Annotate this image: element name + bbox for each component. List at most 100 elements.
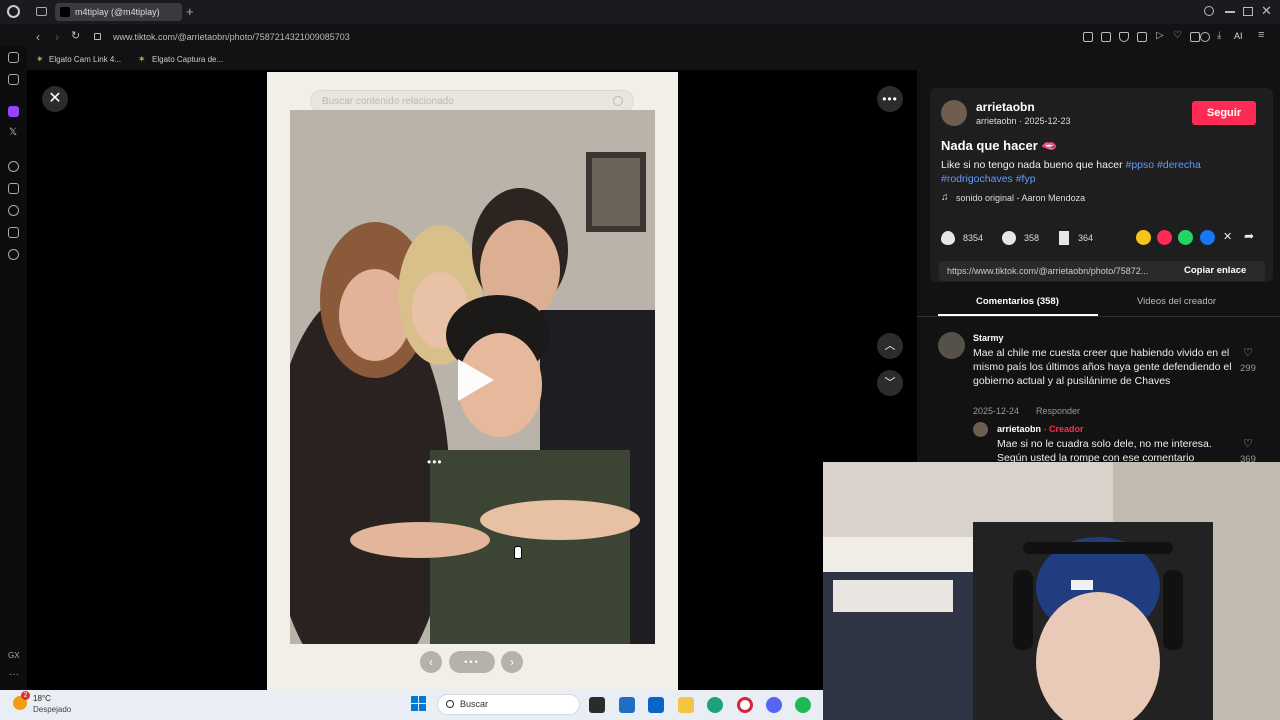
history-icon[interactable]: [8, 205, 19, 216]
repost-icon[interactable]: [1157, 230, 1172, 245]
copy-link-button[interactable]: Copiar enlace: [1184, 265, 1246, 276]
shield-icon[interactable]: [1119, 32, 1129, 42]
menu-icon[interactable]: ≡: [1258, 29, 1264, 41]
play-icon[interactable]: [458, 359, 494, 401]
avatar[interactable]: [941, 100, 967, 126]
tab-comments[interactable]: Comentarios (358): [976, 296, 1059, 307]
webcam-overlay: [823, 462, 1280, 720]
ai-button[interactable]: AI: [1234, 31, 1243, 41]
comment-date: 2025-12-24: [973, 406, 1020, 416]
taskbar-search-label: Buscar: [460, 699, 489, 709]
spotify-icon[interactable]: [795, 697, 811, 713]
snapshot-icon[interactable]: [1101, 32, 1111, 42]
hashtag[interactable]: #ppso: [1125, 159, 1154, 171]
avatar[interactable]: [973, 422, 988, 437]
like-heart-icon[interactable]: [941, 231, 955, 245]
hashtag[interactable]: #rodrigochaves: [941, 173, 1013, 185]
divider: [917, 316, 1280, 317]
file-explorer-icon[interactable]: [678, 697, 694, 713]
extensions-icon[interactable]: [8, 227, 19, 238]
pin-icon[interactable]: [8, 183, 19, 194]
new-tab-button[interactable]: +: [186, 4, 194, 19]
notification-badge: 2: [21, 691, 30, 700]
tab-title: m4tiplay (@m4tiplay): [75, 7, 160, 17]
messenger-icon[interactable]: [8, 74, 19, 85]
opera-gx-icon[interactable]: [737, 697, 753, 713]
opera-logo-icon[interactable]: [7, 5, 20, 18]
search-icon[interactable]: [1204, 6, 1214, 16]
comment-like-icon[interactable]: ♡: [1243, 437, 1253, 450]
search-icon: [446, 700, 454, 708]
whatsapp-icon[interactable]: [1178, 230, 1193, 245]
tiktok-icon: [60, 7, 70, 17]
avatar[interactable]: [938, 332, 965, 359]
maximize-button[interactable]: [1243, 7, 1253, 16]
player-icon[interactable]: ▷: [1156, 30, 1164, 41]
hashtag[interactable]: #fyp: [1016, 173, 1036, 185]
taskbar-search[interactable]: Buscar: [437, 694, 580, 715]
close-window-button[interactable]: ✕: [1261, 3, 1272, 19]
prev-image-button[interactable]: ‹: [420, 651, 442, 673]
comment-author[interactable]: Starmy: [973, 333, 1004, 343]
reload-icon[interactable]: ↻: [71, 29, 80, 42]
lock-icon: [94, 33, 101, 40]
related-search-input[interactable]: Buscar contenido relacionado: [310, 90, 634, 112]
search-icon[interactable]: [613, 96, 623, 106]
hashtag[interactable]: #derecha: [1157, 159, 1201, 171]
tab-creator-videos[interactable]: Videos del creador: [1137, 296, 1216, 307]
follow-label: Seguir: [1206, 107, 1242, 119]
discord-icon[interactable]: [766, 697, 782, 713]
cursor-hand-icon: [514, 546, 522, 559]
download-icon[interactable]: ⤓: [1217, 30, 1221, 41]
bookmark-item[interactable]: Elgato Cam Link 4...: [49, 55, 121, 64]
extensions-icon[interactable]: [1190, 32, 1200, 42]
edge-icon[interactable]: [707, 697, 723, 713]
player-icon[interactable]: [8, 161, 19, 172]
post-title: Nada que hacer 🫦: [941, 138, 1058, 153]
twitch-icon[interactable]: [8, 106, 19, 117]
creator-tag: Creador: [1049, 424, 1084, 434]
x-share-icon[interactable]: ✕: [1223, 230, 1232, 243]
emoji-share-icon[interactable]: [1136, 230, 1151, 245]
next-image-button[interactable]: ›: [501, 651, 523, 673]
more-options-button[interactable]: •••: [877, 86, 903, 112]
creator-username[interactable]: arrietaobn: [976, 100, 1035, 114]
task-view-icon[interactable]: [589, 697, 605, 713]
translate-icon[interactable]: [1137, 32, 1147, 42]
close-viewer-button[interactable]: ✕: [42, 86, 68, 112]
next-post-button[interactable]: ﹀: [877, 370, 903, 396]
x-icon[interactable]: 𝕏: [9, 127, 17, 138]
bookmark-save-icon[interactable]: [1059, 231, 1069, 245]
share-arrow-icon[interactable]: ➦: [1244, 229, 1254, 243]
url-text[interactable]: www.tiktok.com/@arrietaobn/photo/7587214…: [113, 32, 350, 42]
heart-icon[interactable]: ♡: [1173, 30, 1182, 41]
wallet-icon[interactable]: [1200, 32, 1210, 42]
sound-link[interactable]: sonido original - Aaron Mendoza: [956, 193, 1085, 203]
settings-gear-icon[interactable]: [8, 249, 19, 260]
gx-label[interactable]: GX: [8, 651, 20, 660]
share-url[interactable]: https://www.tiktok.com/@arrietaobn/photo…: [947, 266, 1169, 276]
reply-button[interactable]: Responder: [1036, 406, 1080, 416]
weather-temperature[interactable]: 18°C: [33, 694, 51, 703]
browser-tab[interactable]: m4tiplay (@m4tiplay): [55, 3, 182, 21]
bookmark-item[interactable]: Elgato Captura de...: [152, 55, 223, 64]
like-count: 8354: [963, 233, 984, 243]
bookmark-icon[interactable]: [1083, 32, 1093, 42]
back-icon[interactable]: ‹: [36, 30, 40, 44]
bookmark-star-icon: ✶: [138, 54, 146, 64]
comment-icon[interactable]: [1002, 231, 1016, 245]
previous-post-button[interactable]: ︿: [877, 333, 903, 359]
outlook-icon[interactable]: [648, 697, 664, 713]
minimize-button[interactable]: [1225, 11, 1235, 13]
store-icon[interactable]: [619, 697, 635, 713]
reply-author[interactable]: arrietaobn: [997, 424, 1041, 434]
pinboard-icon[interactable]: [8, 52, 19, 63]
more-icon[interactable]: ···: [9, 669, 19, 680]
forward-icon[interactable]: ›: [55, 30, 59, 44]
facebook-icon[interactable]: [1200, 230, 1215, 245]
follow-button[interactable]: Seguir: [1192, 101, 1256, 125]
related-search-placeholder: Buscar contenido relacionado: [322, 96, 454, 107]
comment-like-icon[interactable]: ♡: [1243, 346, 1253, 359]
windows-start-icon[interactable]: [411, 696, 427, 712]
tab-manager-icon[interactable]: [36, 7, 47, 16]
